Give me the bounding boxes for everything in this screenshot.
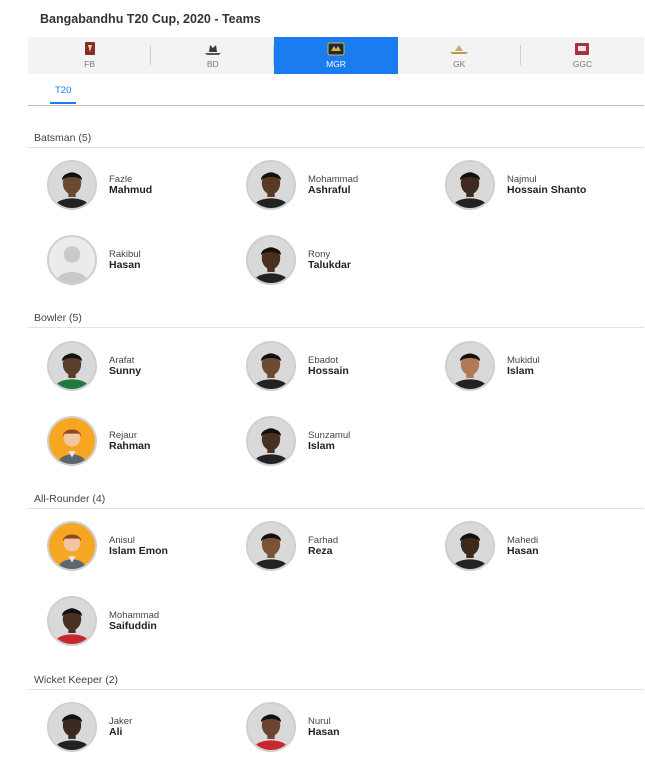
player-card[interactable]: Mohammad Saifuddin <box>47 596 159 646</box>
player-card[interactable]: Anisul Islam Emon <box>47 521 168 571</box>
bd-logo-icon <box>204 45 221 55</box>
player-avatar <box>246 521 296 571</box>
player-last-name: Hasan <box>109 259 141 271</box>
player-avatar <box>47 416 97 466</box>
tab-mgr[interactable]: MGR <box>274 37 398 74</box>
player-avatar <box>246 416 296 466</box>
section-title-wicket-keeper: Wicket Keeper (2) <box>34 674 119 686</box>
player-last-name: Ashraful <box>308 184 351 196</box>
player-last-name: Saifuddin <box>109 620 157 632</box>
player-card[interactable]: Rakibul Hasan <box>47 235 141 285</box>
player-card[interactable]: Ebadot Hossain <box>246 341 349 391</box>
player-last-name: Islam Emon <box>109 545 168 557</box>
player-last-name: Hasan <box>507 545 539 557</box>
player-card[interactable]: Jaker Ali <box>47 702 132 752</box>
player-card[interactable]: Mohammad Ashraful <box>246 160 358 210</box>
divider <box>28 327 644 328</box>
divider <box>28 105 644 106</box>
tab-t20[interactable]: T20 <box>55 85 71 96</box>
player-card[interactable]: Farhad Reza <box>246 521 338 571</box>
player-last-name: Rahman <box>109 440 151 452</box>
divider <box>28 689 644 690</box>
player-last-name: Hossain Shanto <box>507 184 587 196</box>
player-last-name: Mahmud <box>109 184 153 196</box>
player-avatar <box>47 235 97 285</box>
tab-label: BD <box>206 59 219 69</box>
page-title: Bangabandhu T20 Cup, 2020 - Teams <box>40 12 261 26</box>
player-card[interactable]: Sunzamul Islam <box>246 416 350 466</box>
player-last-name: Hasan <box>308 726 340 738</box>
divider <box>28 147 644 148</box>
player-avatar <box>47 521 97 571</box>
player-card[interactable]: Najmul Hossain Shanto <box>445 160 586 210</box>
player-card[interactable]: Fazle Mahmud <box>47 160 152 210</box>
player-card[interactable]: Mahedi Hasan <box>445 521 539 571</box>
player-last-name: Reza <box>308 545 333 557</box>
player-card[interactable]: Nurul Hasan <box>246 702 340 752</box>
tab-fb[interactable]: FB <box>28 37 152 74</box>
player-card[interactable]: Rejaur Rahman <box>47 416 150 466</box>
section-title-all-rounder: All-Rounder (4) <box>34 493 106 505</box>
player-card[interactable]: Mukidul Islam <box>445 341 540 391</box>
fb-logo-icon <box>84 42 95 55</box>
tab-bd[interactable]: BD <box>151 37 275 74</box>
player-avatar <box>47 160 97 210</box>
divider <box>28 508 644 509</box>
tab-label: MGR <box>326 59 346 69</box>
player-card[interactable]: Rony Talukdar <box>246 235 351 285</box>
gk-logo-icon <box>450 45 469 54</box>
section-title-batsman: Batsman (5) <box>34 132 92 144</box>
player-avatar <box>445 341 495 391</box>
player-last-name: Islam <box>308 440 335 452</box>
ggc-logo-icon <box>575 43 590 55</box>
tab-ggc[interactable]: GGC <box>521 37 644 74</box>
player-avatar <box>246 702 296 752</box>
player-avatar <box>246 235 296 285</box>
player-last-name: Hossain <box>308 365 349 377</box>
tab-gk[interactable]: GK <box>398 37 521 74</box>
mgr-logo-icon <box>327 42 345 56</box>
section-title-bowler: Bowler (5) <box>34 312 82 324</box>
player-avatar <box>445 160 495 210</box>
tab-label: GK <box>453 59 466 69</box>
player-avatar <box>47 341 97 391</box>
player-avatar <box>246 160 296 210</box>
player-avatar <box>47 702 97 752</box>
player-card[interactable]: Arafat Sunny <box>47 341 141 391</box>
player-avatar <box>47 596 97 646</box>
player-last-name: Ali <box>109 726 123 738</box>
player-last-name: Talukdar <box>308 259 351 271</box>
tab-label: FB <box>84 59 96 69</box>
player-avatar <box>445 521 495 571</box>
tab-label: GGC <box>572 59 593 69</box>
active-tab-indicator <box>50 102 76 104</box>
player-avatar <box>246 341 296 391</box>
player-last-name: Sunny <box>109 365 142 377</box>
player-last-name: Islam <box>507 365 534 377</box>
team-tabs: FB BD MGR GK GGC <box>28 37 644 74</box>
